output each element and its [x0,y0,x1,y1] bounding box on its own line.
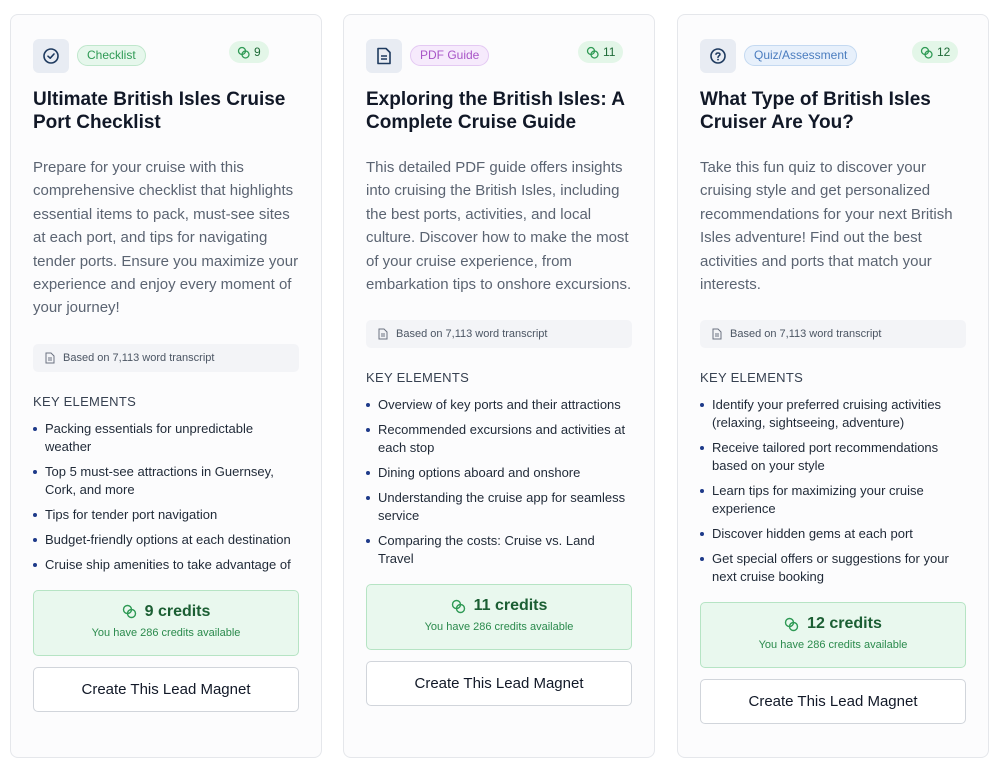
key-element-item: Packing essentials for unpredictable wea… [33,420,299,456]
transcript-info: Based on 7,113 word transcript [33,343,299,372]
key-element-item: Comparing the costs: Cruise vs. Land Tra… [366,532,632,568]
credits-label: 9 credits [144,602,211,620]
document-icon [366,39,402,73]
key-elements-heading: KEY ELEMENTS [700,370,804,386]
credit-cost-value: 9 [254,45,261,59]
key-element-item: Budget-friendly options at each destinat… [33,531,299,549]
create-lead-magnet-button[interactable]: Create This Lead Magnet [33,666,299,712]
coins-icon [784,617,799,632]
key-elements-heading: KEY ELEMENTS [33,393,137,409]
credits-summary: 12 credits You have 286 credits availabl… [700,602,966,669]
coins-icon [920,46,933,59]
key-element-item: Learn tips for maximizing your cruise ex… [700,482,966,518]
transcript-info: Based on 7,113 word transcript [700,320,966,349]
question-circle-icon [700,39,736,73]
file-icon [712,328,722,340]
key-element-item: Receive tailored port recommendations ba… [700,439,966,475]
key-element-item: Dining options aboard and onshore [366,464,632,482]
credits-label: 11 credits [473,597,548,615]
check-circle-icon [33,39,69,73]
key-elements-list: Identify your preferred cruising activit… [700,396,966,586]
card-description: Take this fun quiz to discover your crui… [700,159,953,294]
credit-cost-value: 12 [937,45,951,59]
coins-icon [237,46,250,59]
key-element-item: Recommended excursions and activities at… [366,421,632,457]
credit-cost-value: 11 [603,45,616,59]
create-lead-magnet-button[interactable]: Create This Lead Magnet [700,679,966,725]
key-element-item: Understanding the cruise app for seamles… [366,489,632,525]
key-elements-list: Overview of key ports and their attracti… [366,396,632,568]
type-badge: Checklist [77,45,146,66]
key-element-item: Discover hidden gems at each port [700,525,966,543]
credits-summary: 11 credits You have 286 credits availabl… [366,584,632,651]
transcript-text: Based on 7,113 word transcript [63,351,215,364]
key-element-item: Tips for tender port navigation [33,506,299,524]
type-badge: Quiz/Assessment [744,45,858,66]
coins-icon [122,604,137,619]
lead-magnet-card-quiz: Quiz/Assessment 12 What Type of British … [677,14,989,758]
key-element-item: Overview of key ports and their attracti… [366,396,632,414]
credits-available: You have 286 credits available [91,626,241,639]
card-description: This detailed PDF guide offers insights … [366,159,632,294]
credits-label: 12 credits [807,615,882,633]
transcript-info: Based on 7,113 word transcript [366,320,632,349]
file-icon [378,328,388,340]
card-title: What Type of British Isles Cruiser Are Y… [700,89,931,133]
key-elements-list: Packing essentials for unpredictable wea… [33,420,299,574]
type-badge: PDF Guide [410,45,490,66]
credits-available: You have 286 credits available [424,621,574,634]
credit-cost-pill: 12 [912,41,959,63]
credits-available: You have 286 credits available [758,639,908,652]
coins-icon [586,46,599,59]
coins-icon [451,599,466,614]
create-lead-magnet-button[interactable]: Create This Lead Magnet [366,661,632,707]
credits-summary: 9 credits You have 286 credits available [33,589,299,656]
key-element-item: Identify your preferred cruising activit… [700,396,966,432]
credit-cost-pill: 9 [229,41,269,63]
key-element-item: Get special offers or suggestions for yo… [700,550,966,586]
credit-cost-pill: 11 [578,41,624,63]
card-description: Prepare for your cruise with this compre… [33,159,299,317]
key-element-item: Cruise ship amenities to take advantage … [33,556,299,574]
key-elements-heading: KEY ELEMENTS [366,370,470,386]
card-title: Exploring the British Isles: A Complete … [366,89,625,133]
file-icon [45,352,55,364]
card-title: Ultimate British Isles Cruise Port Check… [33,89,286,133]
key-element-item: Top 5 must-see attractions in Guernsey, … [33,463,299,499]
transcript-text: Based on 7,113 word transcript [396,328,548,341]
transcript-text: Based on 7,113 word transcript [730,328,882,341]
lead-magnet-card-checklist: Checklist 9 Ultimate British Isles Cruis… [10,14,322,758]
lead-magnet-card-pdf-guide: PDF Guide 11 Exploring the British Isles… [343,14,655,758]
